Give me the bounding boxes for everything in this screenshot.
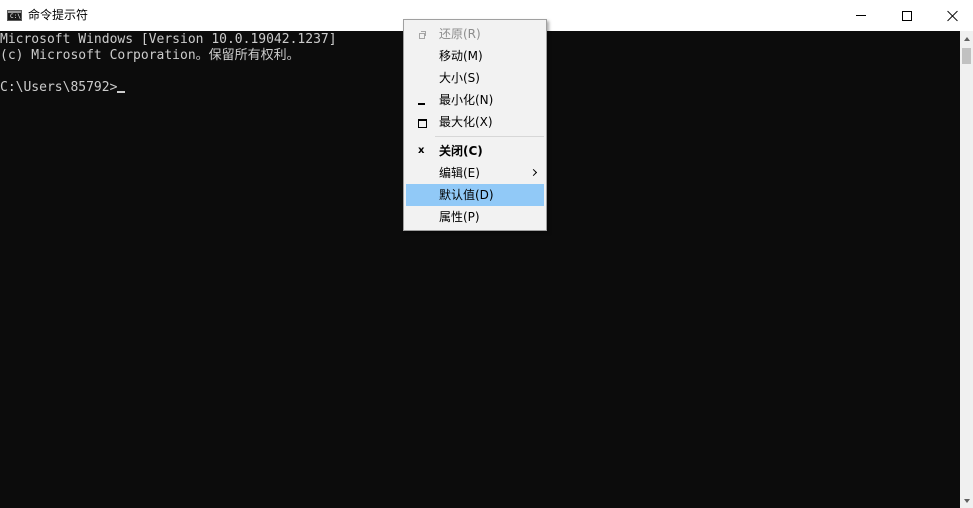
menu-item-label: 移动(M) — [439, 49, 483, 63]
maximize-icon — [418, 111, 427, 133]
cmd-icon[interactable]: C:\ — [7, 10, 22, 21]
menu-item-maximize[interactable]: 最大化(X) — [406, 111, 544, 133]
menu-item-label: 关闭(C) — [439, 144, 483, 158]
menu-item-label: 还原(R) — [439, 27, 481, 41]
scroll-down-button[interactable] — [960, 493, 973, 508]
menu-item-size[interactable]: 大小(S) — [406, 67, 544, 89]
minimize-icon — [856, 15, 866, 16]
menu-item-properties[interactable]: 属性(P) — [406, 206, 544, 228]
vertical-scrollbar[interactable] — [960, 31, 973, 508]
arrow-up-icon — [963, 36, 970, 41]
scroll-up-button[interactable] — [960, 31, 973, 46]
maximize-button[interactable] — [884, 0, 930, 31]
system-menu: 还原(R) 移动(M) 大小(S) 最小化(N) 最大化(X) x 关闭(C) … — [403, 19, 547, 231]
close-button[interactable] — [930, 0, 973, 31]
window-title: 命令提示符 — [28, 8, 89, 22]
menu-item-label: 编辑(E) — [439, 166, 480, 180]
menu-item-label: 最小化(N) — [439, 93, 494, 107]
submenu-arrow-icon — [529, 168, 538, 177]
menu-item-label: 默认值(D) — [439, 188, 494, 202]
menu-item-close[interactable]: x 关闭(C) — [406, 140, 544, 162]
menu-separator — [435, 136, 544, 137]
minimize-icon — [418, 89, 426, 111]
close-icon: x — [418, 145, 425, 156]
menu-item-defaults[interactable]: 默认值(D) — [406, 184, 544, 206]
close-icon — [947, 10, 959, 22]
text-cursor — [117, 91, 126, 93]
menu-item-label: 属性(P) — [439, 210, 480, 224]
menu-item-label: 最大化(X) — [439, 115, 493, 129]
minimize-button[interactable] — [838, 0, 884, 31]
menu-item-move[interactable]: 移动(M) — [406, 45, 544, 67]
arrow-down-icon — [963, 498, 970, 503]
console-copyright-line: (c) Microsoft Corporation。保留所有权利。 — [0, 48, 300, 63]
menu-item-edit[interactable]: 编辑(E) — [406, 162, 544, 184]
console-prompt-line: C:\Users\85792> — [0, 80, 126, 96]
menu-item-restore[interactable]: 还原(R) — [406, 23, 544, 45]
maximize-icon — [902, 10, 912, 21]
menu-item-minimize[interactable]: 最小化(N) — [406, 89, 544, 111]
console-prompt: C:\Users\85792> — [0, 80, 118, 95]
console-version-line: Microsoft Windows [Version 10.0.19042.12… — [0, 32, 337, 47]
restore-icon — [418, 23, 426, 45]
scroll-thumb[interactable] — [962, 48, 971, 64]
menu-item-label: 大小(S) — [439, 71, 480, 85]
